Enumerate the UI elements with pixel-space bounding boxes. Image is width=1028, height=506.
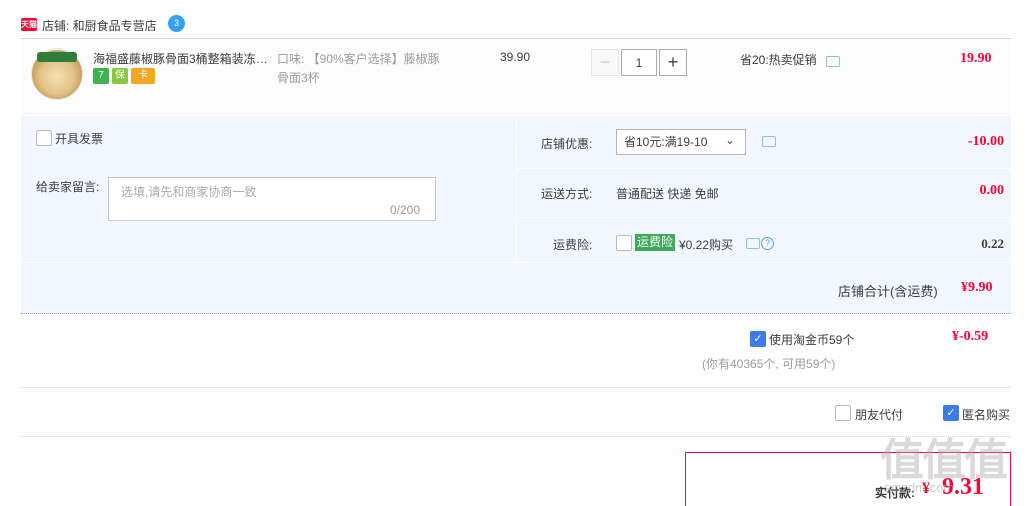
insurance-comment-icon[interactable] (746, 238, 760, 249)
insurance-label: 运费险: (553, 238, 593, 252)
store-subtotal-value: ¥9.90 (961, 280, 993, 295)
shipping-label: 运送方式: (541, 187, 593, 201)
divider (21, 436, 1011, 437)
row-divider (516, 217, 1011, 218)
watermark-logo: 值值值 (880, 435, 1008, 486)
coupon-label: 店铺优惠: (541, 137, 593, 151)
watermark-text: smzdm.com (884, 480, 955, 495)
quantity-decrease-button[interactable]: − (591, 49, 619, 76)
coins-label[interactable]: 使用淘金币59个 (769, 331, 854, 348)
product-thumbnail-lid (37, 52, 77, 62)
guarantee-icon: 保 (112, 68, 128, 84)
store-name[interactable]: 店铺: 和厨食品专营店 (42, 17, 157, 34)
anonymous-checkbox[interactable]: ✓ (943, 405, 959, 421)
promotion-text: 省20:热卖促销 (740, 53, 817, 67)
shipping-method: 普通配送 快递 免邮 (616, 187, 719, 201)
insurance-checkbox[interactable] (616, 235, 632, 251)
quantity-input[interactable] (621, 49, 657, 76)
row-divider (516, 168, 1011, 169)
unit-price: 39.90 (500, 50, 531, 64)
coupon-value: -10.00 (967, 134, 1004, 149)
store-subtotal-label: 店铺合计(含运费) (838, 284, 938, 299)
message-char-count: 0/200 (390, 203, 421, 217)
insurance-value: 0.22 (981, 236, 1004, 251)
quantity-increase-button[interactable]: + (659, 49, 687, 76)
coins-checkbox[interactable]: ✓ (750, 331, 766, 347)
tmall-badge: 天猫 (21, 18, 37, 31)
invoice-checkbox[interactable] (36, 130, 52, 146)
wangwang-chat-icon[interactable]: 3 (168, 15, 185, 32)
message-label: 给卖家留言: (36, 180, 100, 194)
friend-pay-label[interactable]: 朋友代付 (855, 406, 903, 423)
help-icon[interactable]: ? (761, 237, 774, 250)
shipping-value: 0.00 (979, 183, 1005, 198)
item-total-price: 19.90 (960, 51, 992, 66)
friend-pay-checkbox[interactable] (835, 405, 851, 421)
coins-note: (你有40365个, 可用59个) (702, 357, 836, 371)
insurance-desc: ¥0.22购买 (679, 238, 734, 252)
promo-comment-icon[interactable] (826, 56, 840, 67)
sku-line-2: 骨面3杯 (277, 71, 320, 85)
invoice-label[interactable]: 开具发票 (55, 130, 103, 147)
sku-line-1: 口味: 【90%客户选择】藤椒豚 (277, 52, 440, 66)
seven-day-return-icon: 7 (93, 68, 109, 84)
divider (21, 387, 1011, 388)
card-payment-icon: 卡 (131, 68, 155, 84)
anonymous-label[interactable]: 匿名购买 (962, 406, 1010, 423)
coupon-comment-icon[interactable] (762, 136, 776, 147)
coins-value: ¥-0.59 (952, 329, 989, 344)
product-title[interactable]: 海福盛藤椒豚骨面3桶整箱装冻干方便面速食 (93, 50, 268, 67)
row-divider (21, 262, 1011, 263)
insurance-tag: 运费险 (635, 234, 676, 251)
chevron-down-icon[interactable]: ⌄ (725, 133, 735, 147)
message-placeholder: 选填,请先和商家协商一致 (121, 185, 257, 199)
product-sku: 口味: 【90%客户选择】藤椒豚 骨面3杯 (277, 50, 462, 88)
